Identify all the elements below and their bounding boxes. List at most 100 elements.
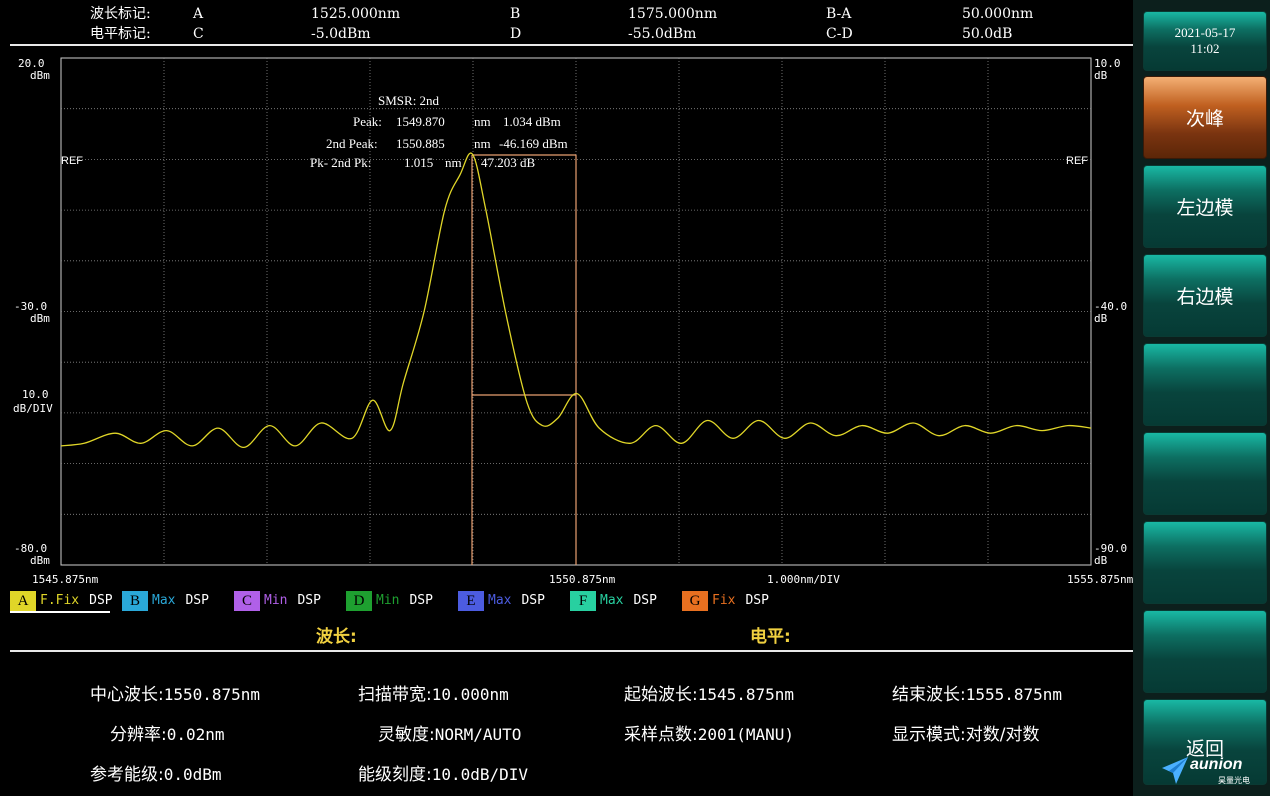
resolution-value: 0.02nm [166, 725, 225, 744]
sampling-setting[interactable]: 采样点数:2001(MANU) [624, 720, 794, 745]
date-text: 2021-05-17 [1174, 25, 1236, 40]
left-mode-label: 左边模 [1176, 197, 1234, 219]
right-mode-button[interactable]: 右边模 [1143, 254, 1267, 337]
softkey-7-empty[interactable] [1143, 521, 1267, 604]
trace-f-selector[interactable]: F Max DSP [570, 590, 682, 612]
trace-display-toggle[interactable]: DSP [297, 590, 320, 612]
reference-level-value: 0.0dBm [163, 765, 222, 784]
trace-letter: B [122, 591, 148, 611]
level-scale-setting[interactable]: 能级刻度:10.0dB/DIV [358, 760, 528, 785]
softkey-8-empty[interactable] [1143, 610, 1267, 693]
right-mode-label: 右边模 [1176, 286, 1234, 308]
x-axis-center: 1550.875nm [549, 573, 616, 586]
left-axis-top-unit: dBm [30, 69, 50, 82]
trace-display-toggle[interactable]: DSP [409, 590, 432, 612]
sensitivity-label: 灵敏度: [378, 725, 435, 745]
reference-level-label: 参考能级: [90, 765, 164, 785]
softkey-5-empty[interactable] [1143, 343, 1267, 426]
wavelength-marker-row: 波长标记: A 1525.000nm B 1575.000nm B-A 50.0… [0, 4, 1133, 24]
start-wavelength-setting[interactable]: 起始波长:1545.875nm [624, 680, 794, 705]
trace-letter: E [458, 591, 484, 611]
trace-display-toggle[interactable]: DSP [89, 590, 112, 612]
next-peak-label: 次峰 [1185, 108, 1224, 130]
trace-display-toggle[interactable]: DSP [745, 590, 768, 612]
trace-a-selector[interactable]: A F.Fix DSP [10, 590, 122, 613]
smsr-title: SMSR: 2nd [378, 93, 440, 108]
time-text: 11:02 [1190, 41, 1220, 56]
start-wavelength-label: 起始波长: [624, 685, 698, 705]
x-axis-stop: 1555.875nm [1067, 573, 1133, 586]
center-wavelength-setting[interactable]: 中心波长:1550.875nm [90, 680, 260, 705]
level-scale-value: 10.0dB/DIV [431, 765, 529, 784]
marker-d-name: D [510, 26, 522, 42]
right-ref-label: REF [1066, 155, 1088, 167]
stop-wavelength-label: 结束波长: [892, 685, 966, 705]
start-wavelength-value: 1545.875nm [697, 685, 795, 704]
marker-a-value: 1525.000nm [311, 6, 401, 22]
trace-e-selector[interactable]: E Max DSP [458, 590, 570, 612]
x-axis-start: 1545.875nm [32, 573, 99, 586]
resolution-setting[interactable]: 分辨率:0.02nm [110, 720, 225, 745]
spectrum-plot[interactable]: 20.0 dBm REF -30.0 dBm 10.0 dB/DIV -80.0… [0, 50, 1133, 590]
marker-ba-name: B-A [826, 6, 852, 22]
peak-diff-wavelength: 1.015 [404, 155, 433, 170]
trace-letter: G [682, 591, 708, 611]
right-axis-mid-unit: dB [1094, 312, 1108, 325]
sampling-label: 采样点数: [624, 725, 698, 745]
left-axis-bottom-unit: dBm [30, 554, 50, 567]
trace-b-selector[interactable]: B Max DSP [122, 590, 234, 612]
display-mode-label: 显示模式: [892, 725, 966, 745]
peak-level: 1.034 dBm [503, 114, 561, 129]
trace-display-toggle[interactable]: DSP [633, 590, 656, 612]
next-peak-button[interactable]: 次峰 [1143, 76, 1267, 159]
display-mode-setting[interactable]: 显示模式:对数/对数 [892, 720, 1039, 745]
readout-level-label: 电平: [750, 627, 791, 647]
trace-g-selector[interactable]: G Fix DSP [682, 590, 794, 612]
right-axis-bottom-unit: dB [1094, 554, 1108, 567]
display-mode-value: 对数/对数 [965, 725, 1040, 745]
readout-wavelength-label: 波长: [316, 627, 357, 647]
marker-ba-value: 50.000nm [962, 6, 1034, 22]
second-peak-wavelength: 1550.885 [396, 136, 445, 151]
marker-a-name: A [193, 6, 204, 22]
second-peak-level: -46.169 dBm [499, 136, 568, 151]
trace-mode: Max [488, 593, 512, 608]
peak-label: Peak: [353, 114, 382, 129]
cursor-readout: 波长: 电平: [10, 614, 1133, 652]
left-scale-unit: dB/DIV [13, 402, 53, 415]
left-mode-button[interactable]: 左边模 [1143, 165, 1267, 248]
level-scale-label: 能级刻度: [358, 765, 432, 785]
peak-diff-unit: nm [445, 155, 462, 170]
center-wavelength-label: 中心波长: [90, 685, 164, 705]
trace-mode: Max [600, 593, 624, 608]
softkey-6-empty[interactable] [1143, 432, 1267, 515]
center-wavelength-value: 1550.875nm [163, 685, 261, 704]
trace-mode: Fix [712, 593, 736, 608]
trace-d-selector[interactable]: D Min DSP [346, 590, 458, 612]
second-peak-unit: nm [474, 136, 491, 151]
stop-wavelength-setting[interactable]: 结束波长:1555.875nm [892, 680, 1062, 705]
sensitivity-value: NORM/AUTO [434, 725, 522, 744]
clock-display: 2021-05-17 11:02 [1143, 11, 1267, 71]
marker-c-value: -5.0dBm [311, 26, 371, 42]
logo-plane-icon [1162, 757, 1188, 784]
peak-diff-level: 47.203 dB [481, 155, 536, 170]
marker-header: 波长标记: A 1525.000nm B 1575.000nm B-A 50.0… [0, 0, 1133, 44]
x-axis-span-per-div: 1.000nm/DIV [767, 573, 840, 586]
span-value: 10.000nm [431, 685, 509, 704]
level-marker-row: 电平标记: C -5.0dBm D -55.0dBm C-D 50.0dB [0, 24, 1133, 44]
reference-level-setting[interactable]: 参考能级:0.0dBm [90, 760, 222, 785]
marker-cd-name: C-D [826, 26, 853, 42]
marker-b-name: B [510, 6, 521, 22]
left-ref-label: REF [61, 155, 83, 167]
aunion-logo: aunion 昊量光电 [1160, 754, 1264, 790]
trace-letter: F [570, 591, 596, 611]
trace-display-toggle[interactable]: DSP [185, 590, 208, 612]
trace-display-toggle[interactable]: DSP [521, 590, 544, 612]
left-axis-mid-unit: dBm [30, 312, 50, 325]
span-setting[interactable]: 扫描带宽:10.000nm [358, 680, 509, 705]
marker-d-value: -55.0dBm [628, 26, 697, 42]
peak-unit: nm [474, 114, 491, 129]
trace-c-selector[interactable]: C Min DSP [234, 590, 346, 612]
sensitivity-setting[interactable]: 灵敏度:NORM/AUTO [378, 720, 521, 745]
